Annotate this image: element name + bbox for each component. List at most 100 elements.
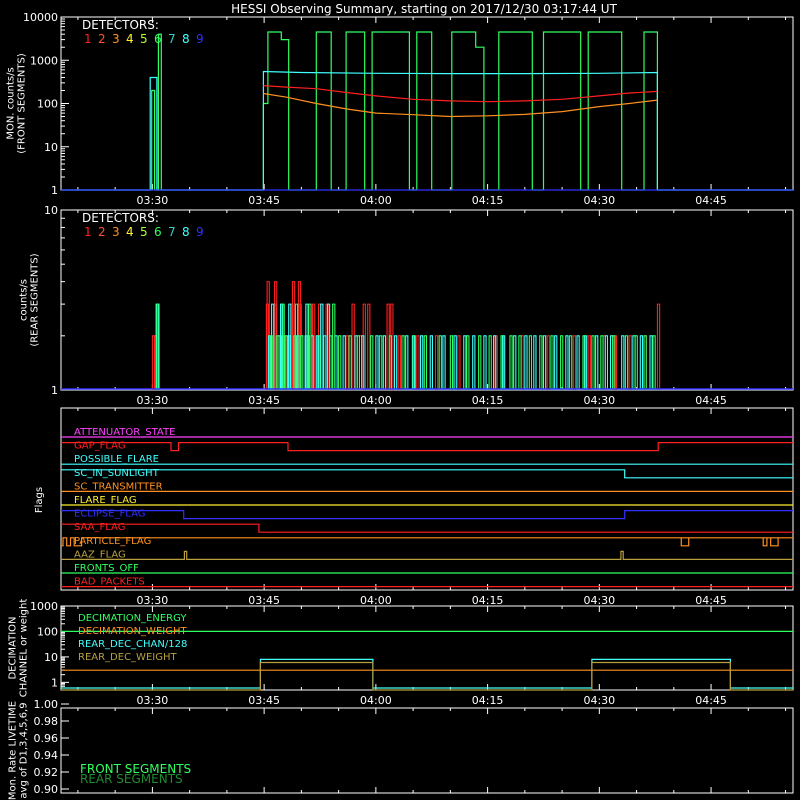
decimation-legend-entry: REAR_DEC_CHAN/128: [78, 639, 187, 650]
flag-label: ECLIPSE_FLAG: [74, 509, 145, 520]
front-legend-digit: 5: [140, 32, 148, 46]
livetime-legend-entry: REAR SEGMENTS: [80, 772, 183, 786]
livetime-ylabel: Mon. Rate LIVETIMEavg of D1,3,4,5,6,9: [8, 701, 30, 800]
chart-title: HESSI Observing Summary, starting on 201…: [231, 2, 617, 16]
flag-label: SC_TRANSMITTER: [74, 481, 163, 492]
rear-spike: [438, 335, 442, 390]
rear-spike: [652, 335, 656, 390]
rear-spike: [518, 335, 522, 390]
flag-line: [61, 537, 793, 547]
livetime-ytick-label: 0.96: [34, 732, 59, 745]
front-series-line: [263, 92, 658, 118]
flag-line: [61, 510, 793, 520]
decimation-ytick-label: 100: [37, 625, 58, 638]
decimation-ylabel-line: DECIMATION: [8, 616, 19, 679]
rear-xtick-label: 03:30: [137, 394, 169, 407]
decimation-xtick-label: 04:30: [583, 694, 615, 707]
rear-spike: [370, 335, 374, 390]
decimation-legend-entry: DECIMATION_ENERGY: [78, 613, 187, 624]
rear-spike: [393, 335, 398, 390]
flags-xtick-label: 03:30: [137, 594, 169, 607]
decimation-legend-entry: DECIMATION_WEIGHT: [78, 626, 187, 637]
rear-spike: [542, 335, 547, 390]
rear-spike: [423, 335, 428, 390]
rear-ylabel: counts/s(REAR SEGMENTS): [19, 253, 41, 346]
rear-legend-digit: 1: [84, 225, 92, 239]
front-xtick-label: 04:00: [360, 194, 392, 207]
decimation-xtick-label: 04:45: [695, 694, 727, 707]
rear-spike: [604, 335, 609, 390]
rear-ytick-label: 10: [44, 204, 58, 217]
rear-spike: [565, 335, 569, 390]
rear-legend-digit: 4: [126, 225, 134, 239]
front-xtick-label: 03:45: [248, 194, 280, 207]
flag-line: [61, 550, 793, 561]
flags-xtick-label: 04:30: [583, 594, 615, 607]
livetime-ytick-label: 0.94: [34, 749, 59, 762]
rear-spike: [568, 335, 573, 390]
rear-spike: [320, 303, 324, 390]
front-legend-digit: 1: [84, 32, 92, 46]
decimation-ytick-label: 10: [44, 651, 58, 664]
flag-label: FRONTS_OFF: [74, 563, 139, 574]
front-ylabel-line: MON. counts/s: [6, 67, 17, 139]
flag-label: SC_IN_SUNLIGHT: [74, 468, 160, 479]
rear-xtick-label: 04:15: [472, 394, 504, 407]
rear-spike: [595, 335, 599, 390]
rear-spike: [624, 335, 629, 390]
front-legend-digit: 4: [126, 32, 134, 46]
rear-spike: [524, 335, 528, 390]
rear-legend-digit: 3: [112, 225, 120, 239]
front-legend-digit: 8: [182, 32, 190, 46]
decimation-xtick-label: 04:15: [472, 694, 504, 707]
front-legend-digit: 7: [168, 32, 176, 46]
flags-ylabel: Flags: [34, 487, 45, 513]
rear-xtick-label: 03:45: [248, 394, 280, 407]
rear-spike: [488, 335, 492, 390]
front-legend-title: DETECTORS:: [82, 18, 159, 32]
decimation-xtick-label: 03:45: [248, 694, 280, 707]
rear-spike: [587, 335, 591, 390]
rear-legend-digit: 6: [154, 225, 162, 239]
rear-spike: [442, 335, 446, 390]
front-ytick-label: 10: [44, 141, 58, 154]
rear-spike: [457, 335, 461, 390]
decimation-ylabel: DECIMATIONCHANNEL or weight: [8, 599, 30, 698]
flag-line: [61, 523, 793, 533]
front-xtick-label: 04:45: [695, 194, 727, 207]
flags-xtick-label: 04:00: [360, 594, 392, 607]
rear-spike: [528, 335, 533, 390]
front-legend-digit: 9: [196, 32, 204, 46]
particle-dip: [680, 537, 690, 547]
rear-legend-title: DETECTORS:: [82, 211, 159, 225]
rear-xtick-label: 04:30: [583, 394, 615, 407]
rear-spike: [509, 335, 513, 390]
flags-xtick-label: 04:45: [695, 594, 727, 607]
rear-spike: [338, 335, 342, 390]
particle-dip: [770, 537, 779, 547]
decimation-ytick-label: 1000: [30, 600, 58, 613]
rear-spike: [634, 335, 638, 390]
rear-spike: [367, 303, 371, 390]
livetime-ytick-label: 0.90: [34, 783, 59, 796]
rear-spike: [345, 335, 349, 390]
livetime-ytick-label: 1.00: [34, 698, 59, 711]
flag-label: ATTENUATOR_STATE: [74, 427, 175, 438]
decimation-series-line: [61, 661, 793, 691]
front-ylabel-line: (FRONT SEGMENTS): [17, 53, 28, 154]
front-series-line: [263, 85, 658, 103]
flag-label: AAZ_FLAG: [74, 549, 126, 560]
rear-spike: [656, 303, 661, 390]
front-legend-digit: 2: [98, 32, 106, 46]
rear-spike: [351, 303, 355, 390]
rear-legend-digit: 7: [168, 225, 176, 239]
rear-ytick-label: 1: [51, 384, 58, 397]
observing-summary-chart: HESSI Observing Summary, starting on 201…: [6, 2, 794, 800]
rear-spike: [600, 335, 604, 390]
rear-spike: [478, 335, 482, 390]
rear-spike: [643, 335, 647, 390]
rear-spike: [560, 335, 564, 390]
rear-spike: [572, 335, 577, 390]
flag-line: [61, 469, 793, 479]
front-series-line: [61, 70, 793, 191]
